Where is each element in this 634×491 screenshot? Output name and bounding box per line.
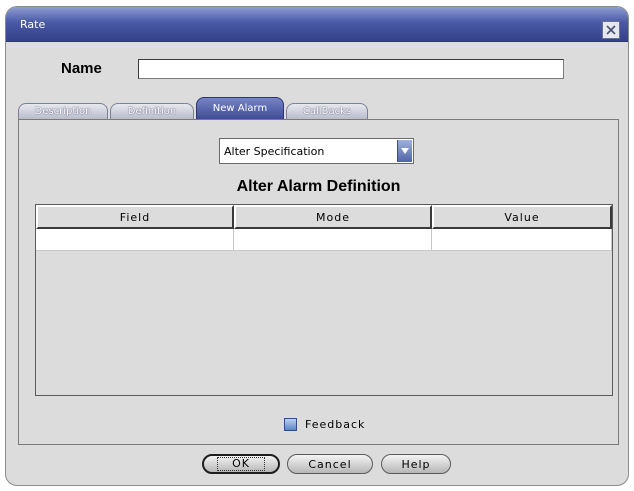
close-button[interactable] [602,21,620,39]
close-icon [605,21,617,40]
section-title: Alter Alarm Definition [236,178,401,195]
tab-definition[interactable]: Definition [110,103,194,119]
tab-callbacks[interactable]: CallBacks [286,103,368,119]
table-header: Field Mode Value [36,205,612,229]
chevron-down-icon[interactable] [397,140,412,162]
table-row[interactable] [36,229,612,251]
column-header-value[interactable]: Value [432,205,612,229]
table-cell[interactable] [36,229,234,251]
name-label: Name [61,60,102,77]
table-cell[interactable] [432,229,612,251]
table-cell[interactable] [234,229,432,251]
alarm-type-select[interactable]: Alter Specification [219,138,414,164]
help-button[interactable]: Help [381,454,451,474]
feedback-checkbox[interactable] [284,418,297,431]
tab-bar: Description Definition New Alarm CallBac… [18,97,618,119]
title-bar[interactable]: Rate [6,7,628,42]
tab-description[interactable]: Description [18,103,108,119]
rate-dialog: Rate Name Description Definition New Ala… [5,6,629,486]
column-header-field[interactable]: Field [36,205,234,229]
alarm-type-value: Alter Specification [224,145,325,158]
cancel-button[interactable]: Cancel [287,454,373,474]
ok-button[interactable]: OK [202,454,280,474]
button-bar: OK Cancel Help [6,451,628,481]
ok-button-label: OK [217,457,265,471]
feedback-option[interactable]: Feedback [284,418,365,431]
feedback-label: Feedback [305,418,366,431]
column-header-mode[interactable]: Mode [234,205,432,229]
new-alarm-panel: Alter Specification Alter Alarm Definiti… [18,119,619,445]
name-input[interactable] [138,59,564,79]
window-title: Rate [20,18,46,31]
tab-new-alarm[interactable]: New Alarm [196,97,284,119]
alarm-definition-table: Field Mode Value [35,204,613,396]
